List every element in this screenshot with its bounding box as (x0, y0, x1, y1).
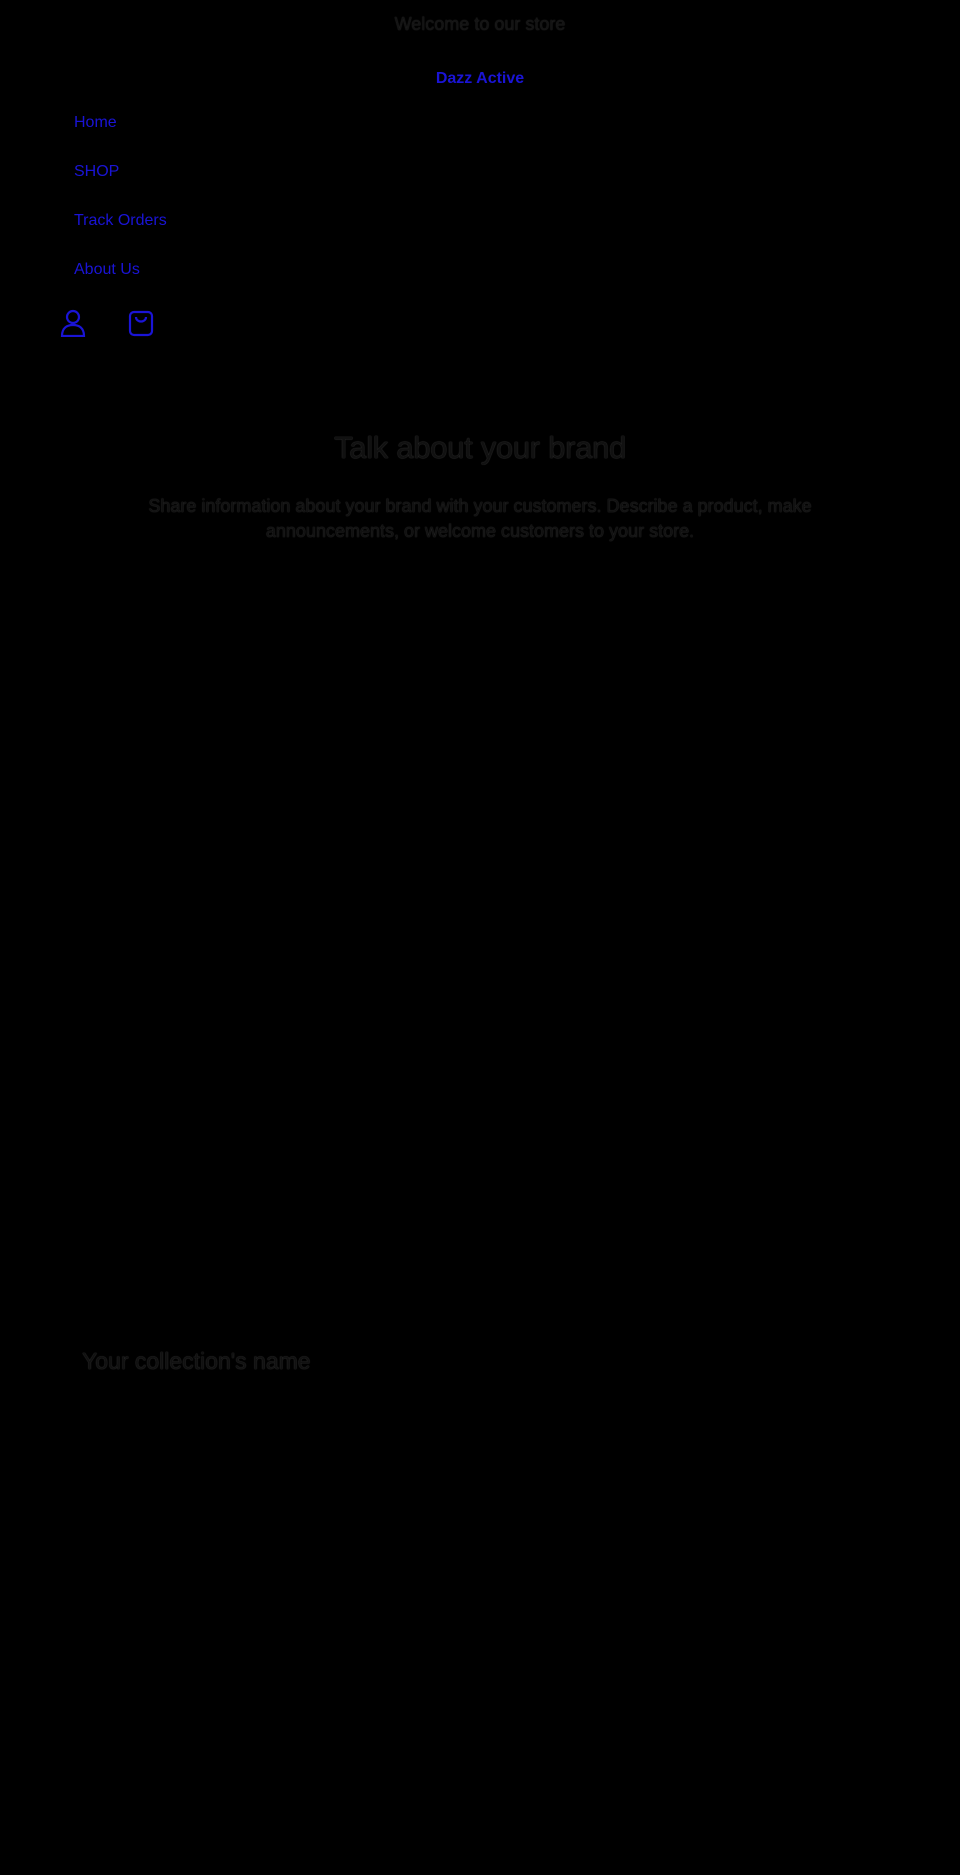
nav-item-shop[interactable]: SHOP (74, 157, 167, 206)
announcement-text: Welcome to our store (394, 13, 566, 34)
header-icons (58, 308, 156, 338)
nav-item-track-orders[interactable]: Track Orders (74, 206, 167, 255)
announcement-bar: Welcome to our store (0, 0, 960, 48)
nav-item-home[interactable]: Home (74, 108, 167, 157)
cart-icon[interactable] (126, 308, 156, 338)
main-nav: Home SHOP Track Orders About Us (74, 108, 167, 304)
account-icon[interactable] (58, 308, 88, 338)
store-logo-link[interactable]: Dazz Active (0, 70, 960, 88)
brand-description: Share information about your brand with … (148, 496, 812, 541)
brand-heading: Talk about your brand (334, 430, 626, 465)
collection-title: Your collection's name (82, 1348, 311, 1374)
nav-item-about-us[interactable]: About Us (74, 255, 167, 304)
